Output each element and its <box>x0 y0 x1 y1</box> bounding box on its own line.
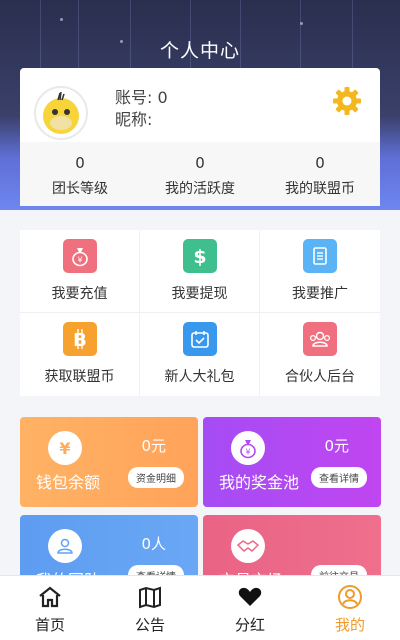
nickname-row: 昵称: <box>115 106 152 130</box>
avatar[interactable] <box>34 86 88 140</box>
menu-label: 我要充值 <box>51 286 108 302</box>
view-details-button[interactable]: 查看详情 <box>311 467 367 488</box>
menu-label: 我要提现 <box>171 286 228 302</box>
menu-item-promote[interactable]: 我要推广 <box>260 230 380 313</box>
account-value: 0 <box>157 88 168 107</box>
tile-value: 0人 <box>141 535 166 553</box>
tile-value: 0元 <box>324 437 349 455</box>
nickname-label: 昵称: <box>115 110 153 129</box>
tile-label: 钱包余额 <box>36 473 101 492</box>
stat-value: 0 <box>315 154 325 172</box>
tab-label: 分红 <box>234 616 265 634</box>
stat-label: 团长等级 <box>52 181 108 197</box>
profile-card: 账号: 0 昵称: 0 团长等级 0 我的活跃度 0 我的联盟币 <box>20 68 380 206</box>
tile-value: 0元 <box>141 437 166 455</box>
svg-text:$: $ <box>193 246 206 267</box>
menu-label: 我要推广 <box>292 286 348 302</box>
document-icon <box>303 239 337 273</box>
page-title: 个人中心 <box>159 40 240 62</box>
stat-value: 0 <box>195 154 205 172</box>
stat-label: 我的活跃度 <box>165 181 235 197</box>
tab-mine[interactable]: 我的 <box>300 576 400 640</box>
tab-label: 公告 <box>134 616 165 634</box>
dollar-icon: $ <box>182 239 217 273</box>
tile-bonus-pool[interactable]: ¥ 0元 我的奖金池 查看详情 <box>203 417 381 507</box>
menu-item-withdraw[interactable]: $ 我要提现 <box>140 230 260 313</box>
stat-activity[interactable]: 0 我的活跃度 <box>140 142 260 206</box>
stat-alliance-coins[interactable]: 0 我的联盟币 <box>260 142 380 206</box>
tile-label: 我的奖金池 <box>219 473 300 492</box>
group-icon <box>303 322 337 356</box>
home-icon <box>0 584 100 610</box>
money-bag-icon: ¥ <box>62 239 97 273</box>
user-icon <box>300 584 400 610</box>
stat-value: 0 <box>75 154 85 172</box>
heart-icon <box>200 584 300 610</box>
stat-label: 我的联盟币 <box>285 181 355 197</box>
bitcoin-icon: B <box>62 322 97 356</box>
menu-label: 合伙人后台 <box>285 369 355 385</box>
tab-label: 我的 <box>334 616 365 634</box>
yen-icon: ¥ <box>48 431 82 465</box>
stat-leader-level[interactable]: 0 团长等级 <box>20 142 140 206</box>
svg-text:B: B <box>73 330 87 350</box>
menu-label: 新人大礼包 <box>164 369 235 385</box>
team-icon <box>48 529 82 563</box>
tab-dividends[interactable]: 分红 <box>200 576 300 640</box>
bottom-tab-bar: 首页 公告 分红 我的 <box>0 575 400 640</box>
menu-card: ¥ 我要充值 $ 我要提现 我要推广 B 获取联盟币 新人大礼包 合伙人后台 <box>20 230 380 396</box>
svg-text:¥: ¥ <box>245 448 250 457</box>
tab-label: 首页 <box>34 616 65 634</box>
calendar-check-icon <box>182 322 217 356</box>
menu-item-get-coins[interactable]: B 获取联盟币 <box>20 313 140 396</box>
account-label: 账号: <box>115 88 153 107</box>
tab-home[interactable]: 首页 <box>0 576 100 640</box>
svg-text:¥: ¥ <box>59 439 70 458</box>
gear-icon[interactable] <box>332 86 362 116</box>
tile-wallet-balance[interactable]: ¥ 0元 钱包余额 资金明细 <box>20 417 198 507</box>
menu-item-newbie-gift[interactable]: 新人大礼包 <box>140 313 260 396</box>
menu-item-recharge[interactable]: ¥ 我要充值 <box>20 230 140 313</box>
tab-announcements[interactable]: 公告 <box>100 576 200 640</box>
money-bag-icon: ¥ <box>231 431 265 465</box>
fund-details-button[interactable]: 资金明细 <box>128 467 184 488</box>
handshake-icon <box>231 529 265 563</box>
menu-label: 获取联盟币 <box>44 369 115 385</box>
account-row: 账号: 0 <box>115 84 168 108</box>
stats-bar: 0 团长等级 0 我的活跃度 0 我的联盟币 <box>20 142 380 206</box>
svg-text:¥: ¥ <box>77 256 82 265</box>
map-icon <box>100 584 200 610</box>
menu-item-partner-backend[interactable]: 合伙人后台 <box>260 313 380 396</box>
